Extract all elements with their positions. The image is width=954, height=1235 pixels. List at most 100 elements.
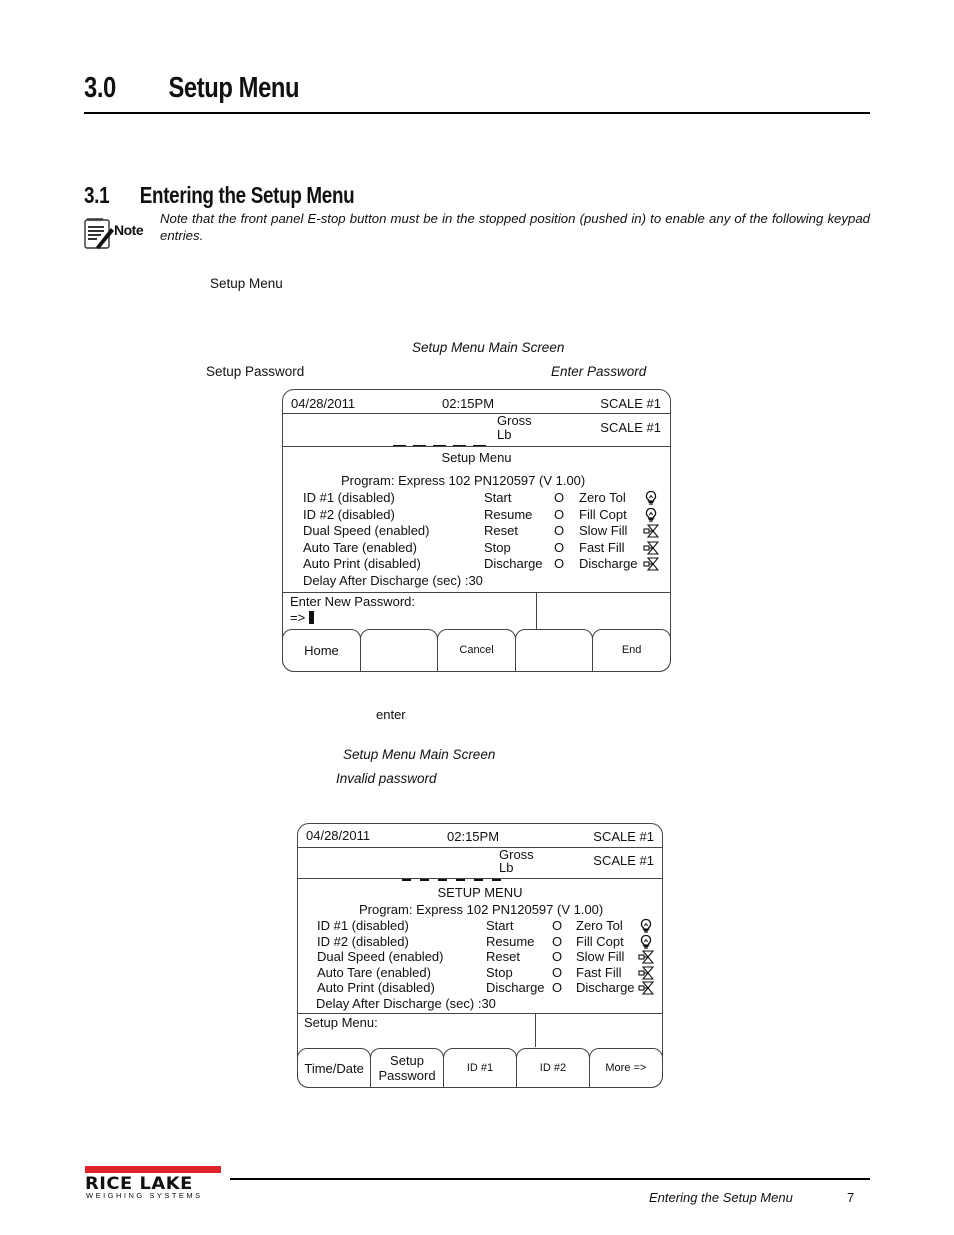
- section-heading: 3.0 Setup Menu: [84, 72, 300, 105]
- valve-icon: [638, 980, 655, 996]
- setup-menu-main-screen-caption-2: Setup Menu Main Screen: [343, 747, 496, 762]
- valve-icon: [638, 965, 655, 981]
- subsection-heading: 3.1 Entering the Setup Menu: [84, 182, 355, 209]
- input-state-indicator: O: [552, 918, 563, 933]
- softkey-blank-4[interactable]: [514, 629, 594, 672]
- program-info: Program: Express 102 PN120597 (V 1.00): [359, 902, 604, 917]
- input-label: Start: [484, 490, 512, 505]
- scale-label-top: SCALE #1: [600, 396, 661, 411]
- output-label: Fill Copt: [576, 933, 624, 949]
- softkey-setup-password[interactable]: Setup Password: [369, 1048, 445, 1088]
- weight-unit: Lb: [499, 860, 514, 875]
- output-label: Fill Copt: [579, 506, 627, 522]
- subsection-number: 3.1: [84, 182, 110, 208]
- input-state-indicator: O: [552, 933, 563, 949]
- output-label: Zero Tol: [579, 490, 626, 505]
- softkey-blank-2[interactable]: [359, 629, 439, 672]
- setup-password-text: Setup Password: [206, 364, 305, 379]
- softkey-label: ID #2: [539, 1061, 567, 1074]
- note-pad-icon: [84, 218, 114, 249]
- bulb-icon: [643, 507, 659, 523]
- input-label: Discharge: [484, 556, 543, 572]
- screen-date: 04/28/2011: [306, 828, 371, 843]
- softkey-label: Cancel: [459, 644, 494, 656]
- setting-item: Auto Tare (enabled): [303, 539, 417, 555]
- softkey-time-date[interactable]: Time/Date: [297, 1048, 372, 1088]
- heading-rule: [84, 112, 870, 114]
- setup-menu-text: Setup Menu: [210, 276, 283, 291]
- input-state-indicator: O: [554, 506, 565, 522]
- screen-time: 02:15PM: [447, 829, 500, 844]
- valve-icon: [638, 949, 655, 965]
- softkey-label: Time/Date: [304, 1060, 364, 1076]
- setting-item: Auto Tare (enabled): [317, 964, 431, 980]
- softkey-id-2[interactable]: ID #2: [515, 1048, 591, 1088]
- section-number: 3.0: [84, 72, 116, 104]
- input-label: Resume: [486, 933, 535, 949]
- input-label: Resume: [484, 506, 533, 522]
- brand-tagline: WEIGHING SYSTEMS: [86, 1191, 203, 1200]
- softkey-label: ID #1: [466, 1061, 494, 1074]
- softkey-label: More =>: [605, 1061, 647, 1074]
- input-state-indicator: O: [554, 556, 565, 572]
- screen-time: 02:15PM: [442, 396, 495, 411]
- softkey-label: End: [621, 644, 642, 656]
- softkey-end[interactable]: End: [592, 629, 672, 672]
- scale-label-top: SCALE #1: [593, 829, 654, 844]
- setting-item: Auto Print (disabled): [317, 980, 435, 996]
- scale-label-weight: SCALE #1: [600, 420, 661, 435]
- softkey-home[interactable]: Home: [282, 629, 361, 672]
- output-label: Zero Tol: [576, 918, 623, 933]
- note-label: Note: [114, 222, 144, 238]
- setting-item: ID #2 (disabled): [317, 933, 409, 949]
- input-label: Reset: [486, 949, 520, 965]
- enter-key-text: enter: [376, 707, 406, 722]
- input-state-indicator: O: [552, 949, 563, 965]
- softkey-cancel[interactable]: Cancel: [437, 629, 516, 672]
- setting-item: Auto Print (disabled): [303, 556, 421, 572]
- weight-display: [393, 430, 493, 447]
- setup-menu-prompt: Setup Menu:: [304, 1015, 378, 1030]
- input-state-indicator: O: [554, 539, 565, 555]
- output-label: Fast Fill: [579, 539, 625, 555]
- setting-item: ID #1 (disabled): [317, 918, 409, 933]
- softkey-more[interactable]: More =>: [588, 1048, 663, 1088]
- input-label: Discharge: [486, 980, 545, 996]
- subsection-title: Entering the Setup Menu: [139, 182, 355, 208]
- softkey-label: Setup Password: [378, 1053, 436, 1083]
- setting-item: Dual Speed (enabled): [303, 523, 430, 539]
- softkey-id-1[interactable]: ID #1: [442, 1048, 518, 1088]
- program-info: Program: Express 102 PN120597 (V 1.00): [341, 473, 586, 488]
- setup-menu-main-screen-caption: Setup Menu Main Screen: [412, 340, 565, 355]
- section-title: Setup Menu: [168, 72, 300, 104]
- menu-title: SETUP MENU: [437, 885, 523, 900]
- text-cursor: [308, 611, 314, 624]
- input-label: Reset: [484, 523, 518, 539]
- input-state-indicator: O: [554, 490, 565, 505]
- input-state-indicator: O: [552, 980, 563, 996]
- footer-section-title: Entering the Setup Menu: [649, 1190, 793, 1205]
- setting-item: ID #2 (disabled): [303, 506, 395, 522]
- output-label: Slow Fill: [576, 949, 625, 965]
- output-label: Discharge: [579, 556, 638, 572]
- softkey-label: Home: [304, 643, 339, 658]
- brand-logo-bar: [85, 1166, 221, 1173]
- valve-icon: [643, 523, 660, 539]
- output-label: Slow Fill: [579, 523, 628, 539]
- output-label: Fast Fill: [576, 964, 622, 980]
- password-entry-field[interactable]: =>: [290, 610, 314, 627]
- password-prompt: Enter New Password:: [290, 594, 415, 609]
- setting-item: Dual Speed (enabled): [317, 949, 444, 965]
- screen-date: 04/28/2011: [291, 396, 356, 411]
- invalid-password-text: Invalid password: [336, 771, 437, 786]
- output-label: Discharge: [576, 980, 635, 996]
- input-label: Start: [486, 918, 514, 933]
- delay-setting: Delay After Discharge (sec) :30: [303, 573, 483, 588]
- delay-setting: Delay After Discharge (sec) :30: [316, 996, 496, 1011]
- enter-password-caption: Enter Password: [551, 364, 647, 379]
- valve-icon: [643, 540, 660, 556]
- valve-icon: [643, 556, 660, 572]
- footer-rule: [230, 1178, 870, 1180]
- weight-unit: Lb: [497, 427, 512, 442]
- page-number: 7: [847, 1190, 855, 1205]
